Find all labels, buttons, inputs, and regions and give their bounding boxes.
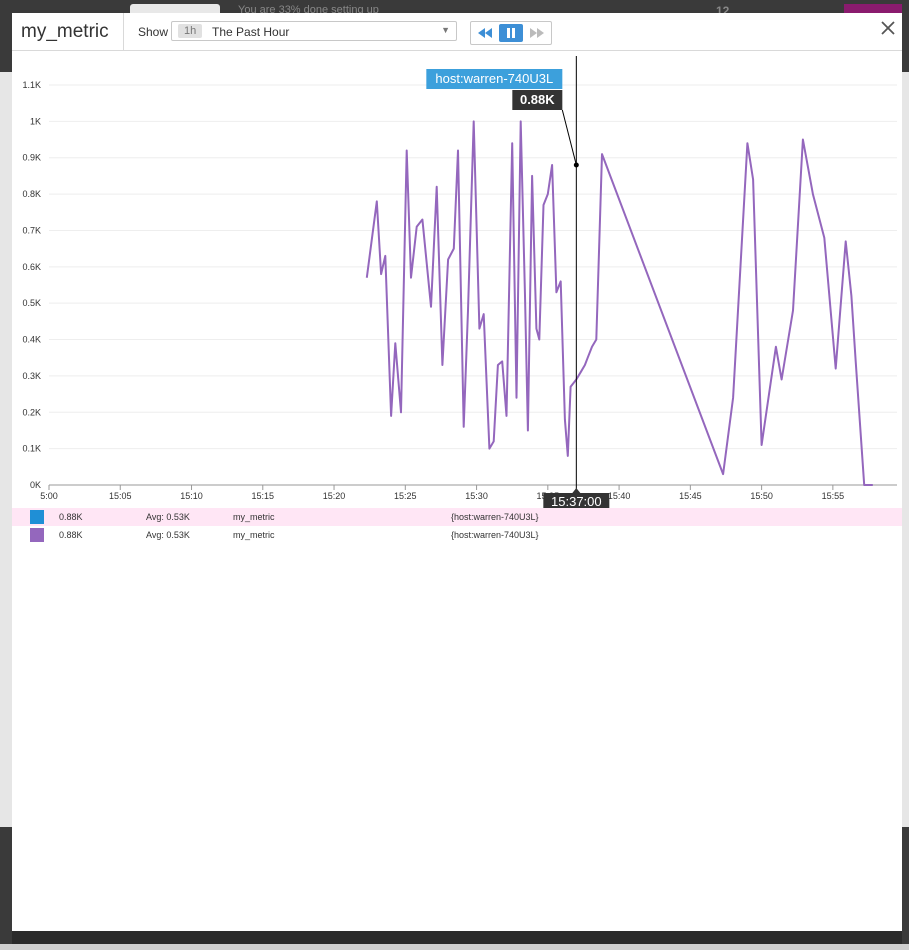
- y-tick-label: 1.1K: [22, 80, 41, 90]
- x-tick-label: 15:50: [750, 491, 773, 501]
- close-button[interactable]: [878, 18, 898, 38]
- legend-row[interactable]: 0.88K Avg: 0.53K my_metric {host:warren-…: [12, 526, 902, 544]
- x-tick-label: 15:25: [394, 491, 417, 501]
- header-divider: [123, 13, 124, 50]
- y-tick-label: 0.7K: [22, 225, 41, 235]
- fast-forward-icon: [530, 28, 544, 38]
- y-tick-label: 0.9K: [22, 153, 41, 163]
- y-tick-label: 0K: [30, 480, 41, 490]
- rewind-button[interactable]: [473, 24, 497, 42]
- tooltip-host: host:warren-740U3L: [426, 69, 563, 89]
- x-tick-label: 15:05: [109, 491, 132, 501]
- y-tick-label: 0.5K: [22, 298, 41, 308]
- legend-avg: Avg: 0.53K: [146, 512, 190, 522]
- tooltip-value-text: 0.88K: [520, 92, 555, 107]
- background-bottom: [0, 944, 909, 950]
- legend-color-swatch: [30, 528, 44, 542]
- legend-value: 0.88K: [59, 530, 83, 540]
- pause-icon: [507, 28, 515, 38]
- background-right-panel: [902, 72, 909, 827]
- y-tick-label: 0.2K: [22, 407, 41, 417]
- tooltip-time-pointer: [572, 488, 581, 493]
- y-tick-label: 0.4K: [22, 335, 41, 345]
- x-tick-label: 15:10: [180, 491, 203, 501]
- chevron-down-icon: ▼: [441, 25, 450, 35]
- show-label: Show: [138, 25, 169, 39]
- timeframe-badge: 1h: [178, 24, 203, 38]
- modal-title: my_metric: [21, 21, 109, 42]
- x-tick-label: 15:15: [252, 491, 275, 501]
- rewind-icon: [478, 28, 492, 38]
- background-left-panel: [0, 72, 12, 827]
- x-tick-label: 15:55: [822, 491, 845, 501]
- pause-button[interactable]: [499, 24, 523, 42]
- x-tick-label: 15:20: [323, 491, 346, 501]
- x-tick-label: 15:40: [608, 491, 631, 501]
- close-icon: [881, 21, 895, 35]
- x-tick-label: 15:45: [679, 491, 702, 501]
- y-tick-label: 0.3K: [22, 371, 41, 381]
- legend-metric: my_metric: [233, 530, 275, 540]
- playback-controls: [470, 21, 552, 45]
- y-tick-label: 0.8K: [22, 189, 41, 199]
- y-tick-label: 0.1K: [22, 444, 41, 454]
- legend-avg: Avg: 0.53K: [146, 530, 190, 540]
- legend-metric: my_metric: [233, 512, 275, 522]
- legend-scope: {host:warren-740U3L}: [451, 530, 539, 540]
- legend-row[interactable]: 0.88K Avg: 0.53K my_metric {host:warren-…: [12, 508, 902, 526]
- timeframe-label: The Past Hour: [212, 25, 290, 39]
- legend-scope: {host:warren-740U3L}: [451, 512, 539, 522]
- background-topbar: You are 33% done setting up 12: [0, 0, 909, 18]
- legend-color-swatch: [30, 510, 44, 524]
- tooltip-value: 0.88K: [512, 90, 563, 110]
- tooltip-leader: [561, 109, 577, 166]
- tooltip-host-text: host:warren-740U3L: [435, 71, 553, 86]
- x-tick-label: 15:30: [465, 491, 488, 501]
- metric-line-chart[interactable]: 0K 0.1K 0.2K 0.3K 0.4K 0.5K 0.6K 0.7K 0.8K 0.9K 1K…: [12, 51, 902, 511]
- forward-button[interactable]: [525, 24, 549, 42]
- timeframe-select[interactable]: 1h The Past Hour ▼: [171, 21, 457, 41]
- x-tick-label: 5:00: [40, 491, 58, 501]
- tooltip-time-text: 15:37:00: [551, 494, 602, 509]
- legend-value: 0.88K: [59, 512, 83, 522]
- modal-header: my_metric Show 1h The Past Hour ▼: [12, 13, 902, 51]
- y-tick-label: 1K: [30, 116, 41, 126]
- y-tick-label: 0.6K: [22, 262, 41, 272]
- graph-modal: my_metric Show 1h The Past Hour ▼ 0K 0.1…: [12, 13, 902, 931]
